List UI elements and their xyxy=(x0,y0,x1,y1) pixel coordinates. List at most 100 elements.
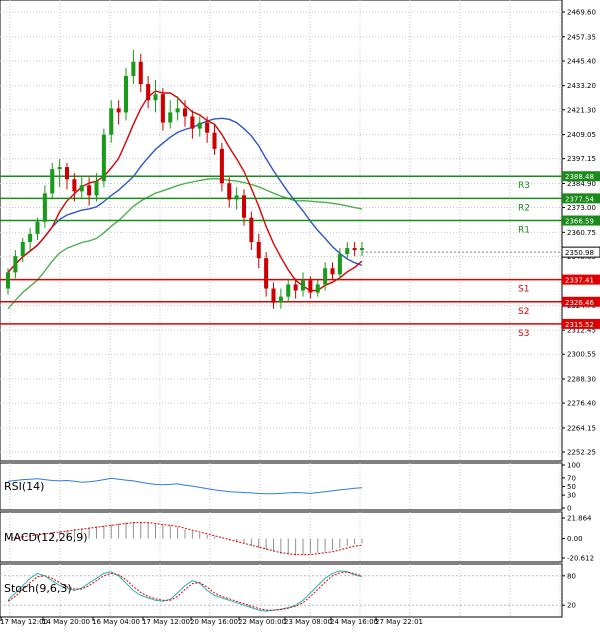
x-tick-label: 23 May 08:00 xyxy=(284,618,332,626)
price-tick-label: 2373.00 xyxy=(567,204,596,212)
price-tick-label: 2252.25 xyxy=(567,449,596,457)
candle-body xyxy=(323,268,328,285)
candle-body xyxy=(72,179,77,192)
level-label-s3: S3 xyxy=(518,329,529,339)
candle-body xyxy=(278,296,283,303)
macd-tick-label: 21.864 xyxy=(567,515,592,523)
candle-body xyxy=(264,258,269,289)
pane-price xyxy=(0,0,563,462)
candle-body xyxy=(87,185,92,196)
candle-body xyxy=(205,122,210,133)
candle-body xyxy=(234,195,239,200)
last-price-text: 2350.98 xyxy=(565,249,594,257)
candle-body xyxy=(13,256,18,273)
candle-body xyxy=(293,284,298,291)
price-tick-label: 2409.05 xyxy=(567,131,596,139)
candle-body xyxy=(197,122,202,129)
stoch-label: Stoch(9,6,3) xyxy=(4,582,72,595)
candle-body xyxy=(131,61,136,76)
candle-body xyxy=(123,75,129,113)
x-tick-label: 17 May 12:00 xyxy=(142,618,190,626)
level-label-s2: S2 xyxy=(518,307,529,317)
candle-body xyxy=(35,221,40,234)
x-tick-label: 14 May 20:00 xyxy=(42,618,90,626)
candle-body xyxy=(182,108,188,117)
x-tick-label: 24 May 16:00 xyxy=(330,618,378,626)
macd-tick-label: 0.00 xyxy=(567,535,583,543)
price-tick-label: 2445.40 xyxy=(567,57,596,65)
rsi-tick-label: 30 xyxy=(567,492,576,500)
candle-body xyxy=(308,280,313,293)
candle-body xyxy=(5,272,11,289)
candle-body xyxy=(300,280,306,291)
rsi-label: RSI(14) xyxy=(4,480,44,493)
candle-body xyxy=(116,108,121,113)
rsi-tick-label: 70 xyxy=(567,474,576,482)
level-price-text: 2315.52 xyxy=(565,321,594,329)
candle-body xyxy=(256,241,261,259)
rsi-tick-label: 50 xyxy=(567,483,576,491)
x-tick-label: 22 May 00:00 xyxy=(238,618,286,626)
level-price-text: 2377.54 xyxy=(565,195,594,203)
price-tick-label: 2276.40 xyxy=(567,400,596,408)
candle-body xyxy=(271,288,276,303)
candle-body xyxy=(227,183,232,200)
price-tick-label: 2433.20 xyxy=(567,82,596,90)
candle-body xyxy=(345,248,350,255)
candle-body xyxy=(50,169,55,194)
candle-body xyxy=(241,195,247,218)
candle-body xyxy=(212,132,217,149)
candle-body xyxy=(219,148,224,184)
candle-body xyxy=(94,181,99,196)
stoch-tick-label: 20 xyxy=(567,602,576,610)
candle-body xyxy=(138,61,143,85)
price-tick-label: 2397.15 xyxy=(567,155,596,163)
candle-body xyxy=(146,84,151,101)
candle-body xyxy=(352,248,357,251)
candle-body xyxy=(57,167,62,170)
candle-body xyxy=(160,94,165,123)
level-price-text: 2388.48 xyxy=(565,173,594,181)
rsi-tick-label: 100 xyxy=(567,462,580,470)
level-price-text: 2337.41 xyxy=(565,277,594,285)
level-label-s1: S1 xyxy=(518,285,529,295)
macd-label: MACD(12,26,9) xyxy=(4,531,88,544)
price-tick-label: 2264.15 xyxy=(567,424,596,432)
candle-body xyxy=(79,185,84,192)
x-tick-label: 17 May 12:00 xyxy=(0,618,48,626)
candle-body xyxy=(101,134,106,182)
level-price-text: 2366.59 xyxy=(565,218,594,226)
price-tick-label: 2421.30 xyxy=(567,106,596,114)
pane-rsi xyxy=(0,462,563,511)
level-price-text: 2326.46 xyxy=(565,299,594,307)
price-tick-label: 2300.55 xyxy=(567,351,596,359)
price-tick-label: 2457.35 xyxy=(567,33,596,41)
x-tick-label: 27 May 22:01 xyxy=(375,618,423,626)
price-tick-label: 2288.30 xyxy=(567,376,596,384)
x-tick-label: 20 May 16:00 xyxy=(190,618,238,626)
stoch-tick-label: 80 xyxy=(567,572,576,580)
macd-tick-label: -20.612 xyxy=(567,555,594,563)
x-tick-label: 16 May 04:00 xyxy=(92,618,140,626)
candle-body xyxy=(359,248,365,251)
candle-body xyxy=(153,94,158,101)
candle-body xyxy=(330,268,335,275)
price-tick-label: 2469.60 xyxy=(567,9,596,17)
candle-body xyxy=(286,284,291,297)
forex-chart: 2469.60 2457.35 2445.40 2433.20 2421.30 2409.… xyxy=(0,0,600,629)
chart-canvas: 2469.60 2457.35 2445.40 2433.20 2421.30 2409.… xyxy=(0,0,600,626)
candle-body xyxy=(337,254,342,275)
level-label-r3: R3 xyxy=(518,181,530,191)
rsi-tick-label: 0 xyxy=(567,505,571,513)
price-tick-label: 2360.75 xyxy=(567,229,596,237)
candle-body xyxy=(315,284,320,293)
level-label-r1: R1 xyxy=(518,226,530,236)
candle-body xyxy=(168,112,173,123)
candle-body xyxy=(20,241,25,257)
candle-body xyxy=(175,108,180,113)
candle-body xyxy=(64,167,70,180)
level-label-r2: R2 xyxy=(518,203,530,213)
candle-body xyxy=(109,108,114,135)
candle-body xyxy=(249,217,254,242)
candle-body xyxy=(42,193,47,222)
